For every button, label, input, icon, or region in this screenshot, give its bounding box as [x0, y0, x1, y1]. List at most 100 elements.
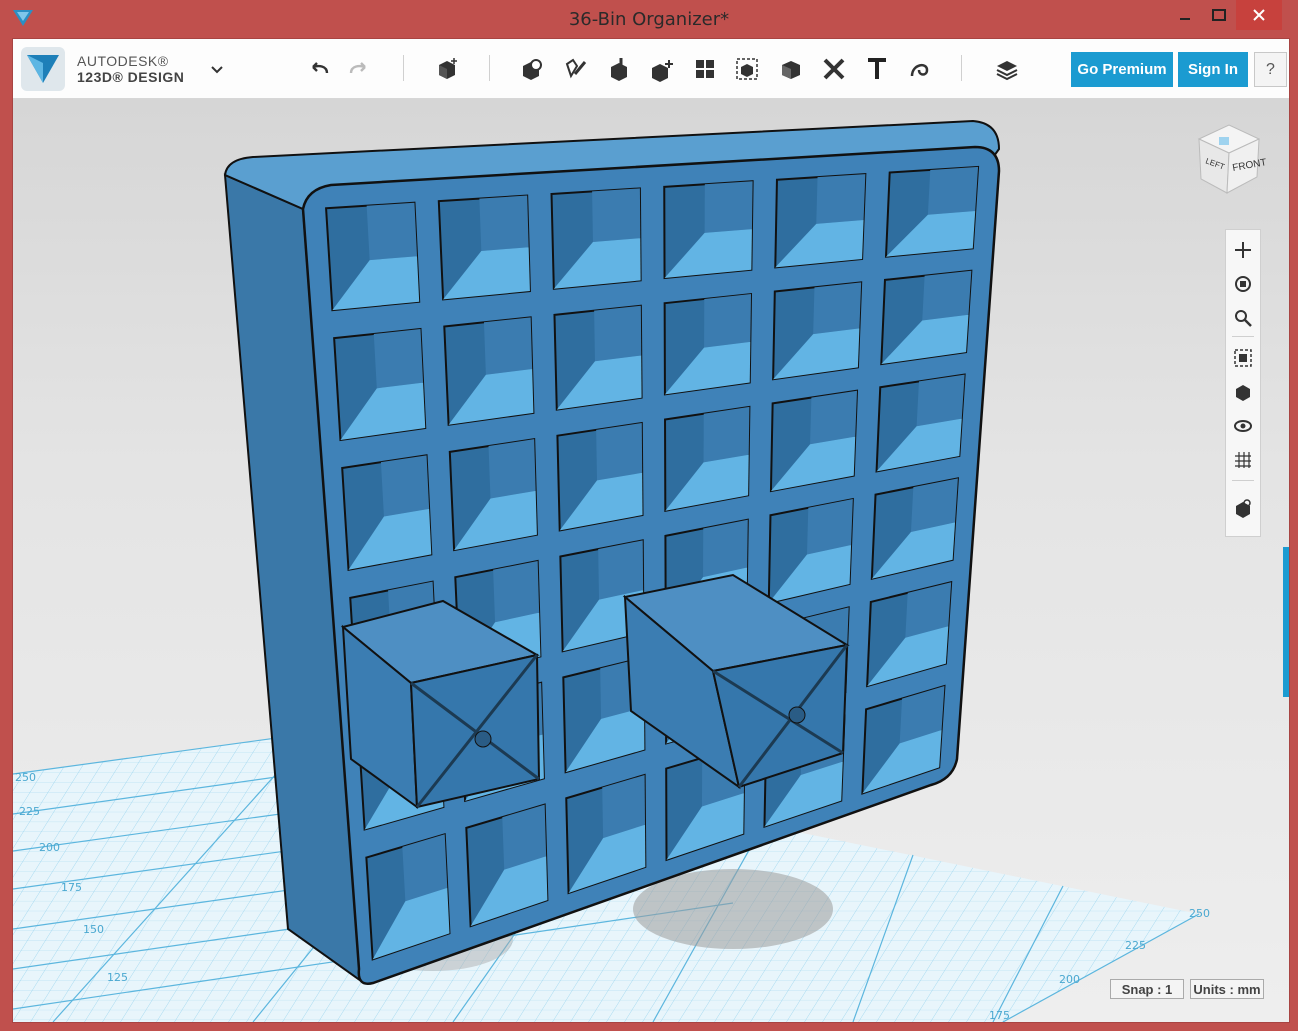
- go-premium-button[interactable]: Go Premium: [1071, 52, 1173, 87]
- pan-button[interactable]: [1229, 236, 1257, 264]
- toolbar-divider: [489, 55, 490, 81]
- window-title: 36-Bin Organizer*: [568, 9, 730, 30]
- measure-button[interactable]: [775, 53, 807, 85]
- bin-back-wall: [922, 270, 972, 321]
- visibility-button[interactable]: [1229, 412, 1257, 440]
- construct-button[interactable]: [560, 53, 592, 85]
- sign-in-button[interactable]: Sign In: [1178, 52, 1248, 87]
- navigation-bar: [1225, 229, 1261, 537]
- material-icon: [910, 63, 929, 77]
- view-cube[interactable]: FRONT LEFT: [1189, 119, 1269, 199]
- bin-back-wall: [479, 195, 529, 252]
- eye-icon: [1234, 420, 1252, 432]
- grouping-icon: [696, 60, 714, 78]
- app-brand-logo[interactable]: [21, 47, 65, 91]
- material-button[interactable]: [904, 53, 936, 85]
- bin-back-wall: [704, 181, 753, 233]
- primitives-icon: [439, 58, 457, 79]
- undo-button[interactable]: [303, 53, 335, 85]
- shade-icon: [1236, 385, 1250, 401]
- bin-back-wall: [704, 294, 752, 348]
- bin-back-wall: [813, 282, 862, 335]
- app-frame: AUTODESK® 123D® DESIGN Go Premium Sign I…: [12, 38, 1290, 1023]
- materials-view-button[interactable]: [1229, 378, 1257, 406]
- grid-icon: [1235, 452, 1251, 468]
- bin-back-wall: [703, 519, 748, 578]
- sketch-button[interactable]: [516, 53, 548, 85]
- pan-icon: [1235, 242, 1251, 258]
- grid-label: 225: [1125, 939, 1146, 952]
- modify-button[interactable]: [603, 53, 635, 85]
- bin-back-wall: [598, 540, 644, 600]
- maximize-button[interactable]: [1202, 0, 1236, 30]
- bin-back-wall: [816, 174, 866, 224]
- side-panel-toggle[interactable]: [1283, 547, 1289, 697]
- grid-label: 250: [1189, 907, 1210, 920]
- title-bar: 36-Bin Organizer*: [0, 0, 1298, 38]
- help-button[interactable]: ?: [1254, 52, 1287, 87]
- brand-name: AUTODESK®: [77, 53, 169, 69]
- grid-label: 175: [989, 1009, 1010, 1022]
- sketch-icon: [523, 59, 542, 80]
- zoom-button[interactable]: [1229, 304, 1257, 332]
- redo-button[interactable]: [343, 53, 375, 85]
- bin-back-wall: [594, 305, 642, 362]
- bin-back-wall: [810, 390, 858, 445]
- modify-icon: [611, 58, 627, 81]
- grid-label: 200: [39, 841, 60, 854]
- snap-button[interactable]: [818, 53, 850, 85]
- bin-back-wall: [488, 439, 536, 499]
- 3d-viewport[interactable]: 250 225 200 175 150 125 175 200 225 250: [13, 99, 1289, 1022]
- units-setting[interactable]: Units : mm: [1190, 979, 1264, 999]
- grid-toggle-button[interactable]: [1229, 446, 1257, 474]
- grouping-button[interactable]: [689, 53, 721, 85]
- minimize-button[interactable]: [1168, 0, 1202, 30]
- grid-label: 250: [15, 771, 36, 784]
- material-snap-button[interactable]: [1229, 494, 1257, 522]
- fit-button[interactable]: [1229, 344, 1257, 372]
- text-icon: [868, 58, 886, 79]
- close-button[interactable]: [1236, 0, 1282, 30]
- pattern-button[interactable]: [646, 53, 678, 85]
- close-icon: [1253, 9, 1265, 21]
- bin-back-wall: [916, 374, 965, 427]
- nav-divider: [1232, 480, 1254, 481]
- construct-icon: [565, 58, 587, 79]
- layers-button[interactable]: [991, 53, 1023, 85]
- zoom-icon: [1235, 310, 1252, 327]
- bin-back-wall: [483, 317, 533, 375]
- scene-canvas[interactable]: 250 225 200 175 150 125 175 200 225 250: [13, 99, 1289, 1022]
- toolbar-divider: [403, 55, 404, 81]
- main-toolbar: AUTODESK® 123D® DESIGN Go Premium Sign I…: [13, 39, 1289, 99]
- bin-back-wall: [592, 188, 641, 242]
- grid-label: 225: [19, 805, 40, 818]
- nav-divider: [1232, 336, 1254, 337]
- grid-label: 150: [83, 923, 104, 936]
- redo-icon: [349, 62, 366, 74]
- product-name: 123D® DESIGN: [77, 69, 185, 85]
- text-button[interactable]: [861, 53, 893, 85]
- minimize-icon: [1180, 18, 1190, 20]
- grid-label: 175: [61, 881, 82, 894]
- bin-back-wall: [596, 423, 643, 481]
- chevron-down-icon[interactable]: [209, 61, 225, 77]
- primitives-button[interactable]: [431, 53, 463, 85]
- bin-back-wall: [493, 561, 540, 623]
- maximize-icon: [1212, 9, 1226, 21]
- bin-back-wall: [703, 406, 750, 463]
- layers-icon: [996, 61, 1018, 81]
- combine-icon: [736, 58, 758, 80]
- bin-back-wall: [380, 455, 430, 517]
- bin-back-wall: [373, 329, 424, 389]
- snap-setting[interactable]: Snap : 1: [1110, 979, 1184, 999]
- bin-back-wall: [927, 166, 979, 215]
- grid-label: 200: [1059, 973, 1080, 986]
- fit-icon: [1234, 349, 1252, 367]
- bin-back-wall: [366, 202, 418, 261]
- snap-icon: [823, 58, 845, 80]
- combine-button[interactable]: [731, 53, 763, 85]
- measure-icon: [782, 61, 800, 79]
- orbit-button[interactable]: [1229, 270, 1257, 298]
- orbit-icon: [1235, 276, 1251, 292]
- grid-label: 125: [107, 971, 128, 984]
